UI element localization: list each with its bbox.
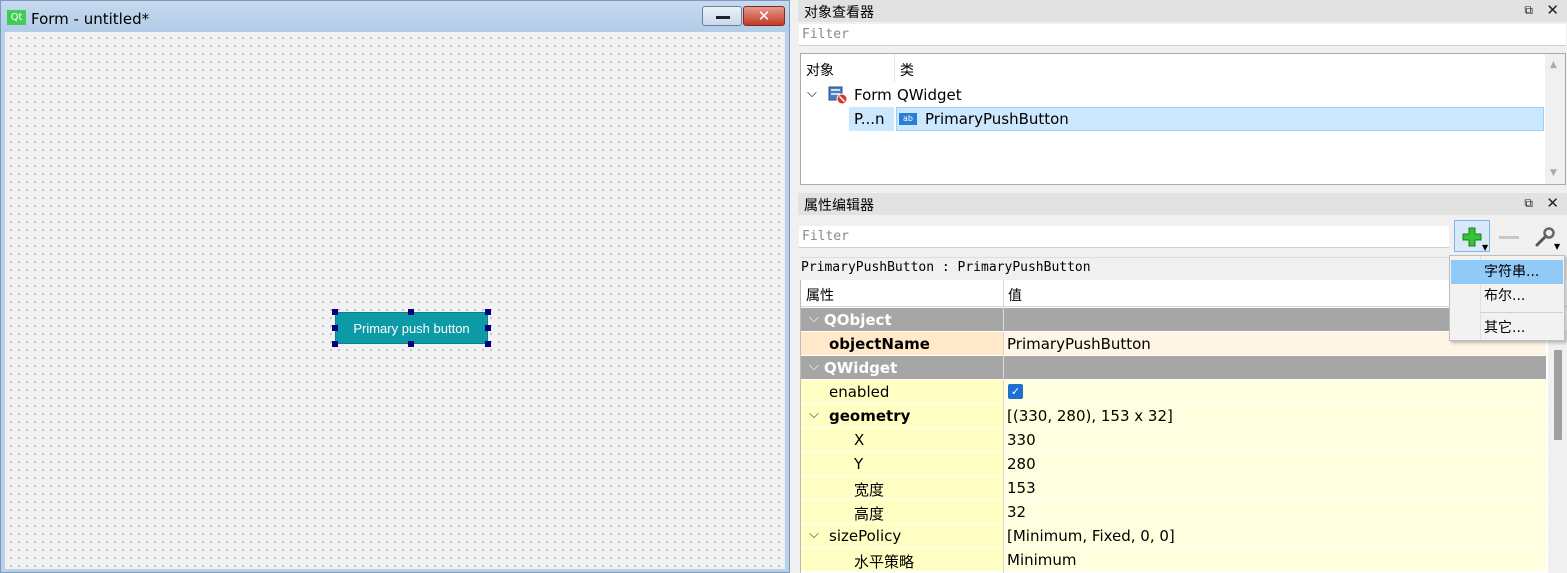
- object-tree-scrollbar[interactable]: ▲ ▼: [1545, 54, 1565, 184]
- dock-splitter[interactable]: [790, 0, 798, 573]
- prop-row-width[interactable]: 宽度 153: [801, 476, 1546, 500]
- prop-row-objectname[interactable]: objectName PrimaryPushButton: [801, 332, 1546, 356]
- prop-row-hpolicy[interactable]: 水平策略 Minimum: [801, 548, 1546, 572]
- push-button-icon: ab: [899, 113, 917, 125]
- prop-row-enabled[interactable]: enabled ✓: [801, 380, 1546, 404]
- menu-item-string[interactable]: 字符串...: [1451, 260, 1563, 284]
- tree-row-push-button[interactable]: P...n ab PrimaryPushButton: [801, 107, 1546, 131]
- object-inspector-title: 对象查看器: [804, 5, 874, 21]
- column-value[interactable]: 值: [1008, 285, 1022, 305]
- resize-handle-bottom-right[interactable]: [485, 341, 491, 347]
- prop-name: 宽度: [854, 481, 885, 499]
- prop-value[interactable]: 32: [1007, 503, 1026, 521]
- resize-handle-bottom[interactable]: [408, 341, 414, 347]
- close-dock-icon[interactable]: ✕: [1546, 194, 1559, 212]
- column-property[interactable]: 属性: [806, 285, 834, 305]
- tree-object-push-button: P...n: [854, 110, 885, 128]
- property-editor-titlebar: 属性编辑器 ⧉ ✕: [798, 193, 1567, 215]
- prop-name: sizePolicy: [829, 527, 902, 545]
- group-label: QObject: [824, 311, 892, 329]
- prop-name: objectName: [829, 335, 930, 353]
- form-titlebar[interactable]: Qt Form - untitled* ✕: [1, 1, 789, 32]
- prop-name: 水平策略: [854, 553, 915, 571]
- form-widget-icon: [828, 86, 848, 105]
- prop-row-y[interactable]: Y 280: [801, 452, 1546, 476]
- prop-name: enabled: [829, 383, 890, 401]
- group-qobject[interactable]: ⌵ QObject: [801, 308, 1546, 332]
- menu-separator: [1480, 312, 1563, 313]
- prop-value[interactable]: 153: [1007, 479, 1036, 497]
- tree-row-form[interactable]: ⌵ Form QWidget: [801, 83, 1546, 107]
- property-table-scrollbar[interactable]: [1548, 330, 1567, 573]
- chevron-down-icon[interactable]: ⌵: [809, 527, 819, 542]
- resize-handle-bottom-left[interactable]: [332, 341, 338, 347]
- column-class[interactable]: 类: [900, 60, 914, 80]
- remove-dynamic-property-button[interactable]: [1497, 226, 1523, 248]
- scrollbar-thumb[interactable]: [1554, 350, 1562, 440]
- close-window-button[interactable]: ✕: [743, 6, 785, 26]
- menu-item-bool[interactable]: 布尔...: [1451, 284, 1563, 308]
- scroll-down-icon[interactable]: ▼: [1550, 168, 1557, 178]
- group-label: QWidget: [824, 359, 898, 377]
- minus-icon: [1499, 236, 1519, 239]
- property-editor-title: 属性编辑器: [804, 198, 874, 214]
- add-dynamic-property-button[interactable]: ▼: [1454, 220, 1490, 252]
- column-divider[interactable]: [1003, 280, 1004, 573]
- tree-object-form: Form: [854, 86, 892, 104]
- prop-name: Y: [854, 455, 864, 473]
- group-qwidget[interactable]: ⌵ QWidget: [801, 356, 1546, 380]
- prop-value[interactable]: [Minimum, Fixed, 0, 0]: [1007, 527, 1175, 545]
- minimize-icon: [716, 16, 730, 19]
- primary-push-button[interactable]: Primary push button: [335, 312, 488, 344]
- chevron-down-icon[interactable]: ⌵: [807, 86, 817, 101]
- float-dock-icon[interactable]: ⧉: [1524, 196, 1533, 211]
- resize-handle-left[interactable]: [332, 325, 338, 331]
- add-property-menu: 字符串... 布尔... 其它...: [1449, 255, 1565, 341]
- object-filter-input[interactable]: Filter: [799, 24, 1566, 46]
- resize-handle-right[interactable]: [485, 325, 491, 331]
- wrench-icon: [1535, 227, 1555, 247]
- chevron-down-icon[interactable]: ⌵: [809, 407, 819, 422]
- prop-row-sizepolicy[interactable]: ⌵ sizePolicy [Minimum, Fixed, 0, 0]: [801, 524, 1546, 548]
- chevron-down-icon[interactable]: ⌵: [809, 311, 819, 326]
- qt-logo-icon: Qt: [7, 10, 26, 25]
- resize-handle-top[interactable]: [408, 309, 414, 315]
- prop-value[interactable]: 330: [1007, 431, 1036, 449]
- property-filter-input[interactable]: Filter: [799, 226, 1449, 248]
- menu-item-other[interactable]: 其它...: [1451, 316, 1563, 340]
- scroll-up-icon[interactable]: ▲: [1550, 60, 1557, 70]
- form-title: Form - untitled*: [31, 10, 150, 28]
- chevron-down-icon[interactable]: ⌵: [809, 359, 819, 374]
- prop-row-height[interactable]: 高度 32: [801, 500, 1546, 524]
- prop-value[interactable]: Minimum: [1007, 551, 1077, 569]
- prop-name: X: [854, 431, 865, 449]
- dropdown-arrow-icon: ▼: [1482, 243, 1489, 252]
- resize-handle-top-left[interactable]: [332, 309, 338, 315]
- object-tree: 对象 类 ⌵ Form QWidget P...n ab PrimaryPush…: [800, 53, 1566, 185]
- dropdown-arrow-icon: ▼: [1554, 242, 1561, 251]
- plus-icon: [1462, 227, 1482, 247]
- close-dock-icon[interactable]: ✕: [1546, 1, 1559, 19]
- column-object[interactable]: 对象: [806, 60, 834, 80]
- tree-class-form: QWidget: [897, 86, 962, 104]
- prop-name: geometry: [829, 407, 911, 425]
- form-canvas[interactable]: Primary push button: [5, 32, 785, 569]
- resize-handle-top-right[interactable]: [485, 309, 491, 315]
- prop-value[interactable]: 280: [1007, 455, 1036, 473]
- float-dock-icon[interactable]: ⧉: [1524, 3, 1533, 18]
- form-window: Qt Form - untitled* ✕ Primary push butto…: [0, 0, 790, 573]
- tree-class-push-button: PrimaryPushButton: [925, 110, 1069, 128]
- prop-value[interactable]: [(330, 280), 153 x 32]: [1007, 407, 1173, 425]
- prop-row-geometry[interactable]: ⌵ geometry [(330, 280), 153 x 32]: [801, 404, 1546, 428]
- object-tree-header: 对象 类: [801, 54, 1546, 82]
- prop-row-x[interactable]: X 330: [801, 428, 1546, 452]
- enabled-checkbox[interactable]: ✓: [1008, 384, 1023, 399]
- configure-property-editor-button[interactable]: ▼: [1530, 224, 1562, 252]
- prop-name: 高度: [854, 505, 885, 523]
- object-inspector-titlebar: 对象查看器 ⧉ ✕: [798, 0, 1567, 22]
- minimize-button[interactable]: [702, 6, 742, 26]
- prop-value[interactable]: PrimaryPushButton: [1007, 335, 1151, 353]
